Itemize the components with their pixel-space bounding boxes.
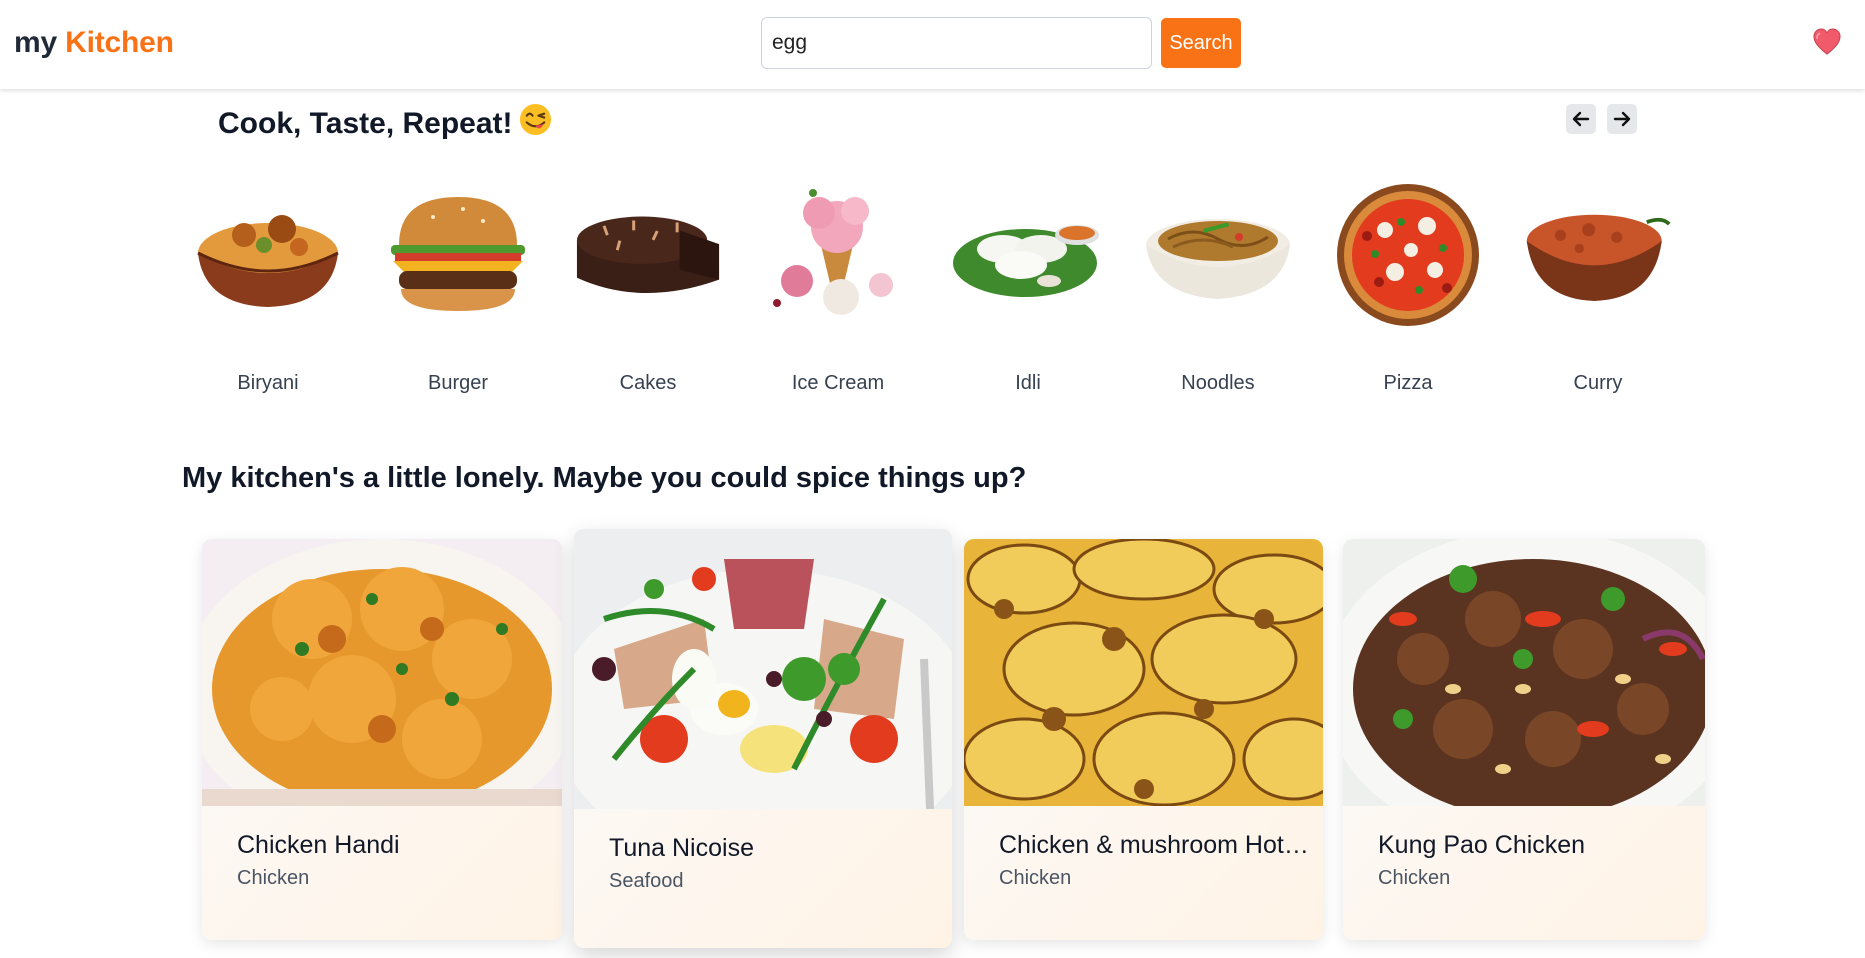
recipe-image bbox=[574, 529, 952, 809]
recipe-image bbox=[202, 539, 562, 806]
recipe-card[interactable]: Tuna Nicoise Seafood bbox=[574, 529, 952, 948]
cake-image bbox=[573, 180, 723, 330]
category-item-noodles[interactable]: Noodles bbox=[1123, 180, 1313, 395]
arrow-left-icon bbox=[1572, 111, 1590, 127]
category-item-biryani[interactable]: Biryani bbox=[173, 180, 363, 395]
category-item-ice-cream[interactable]: Ice Cream bbox=[743, 180, 933, 395]
recipe-image bbox=[1343, 539, 1705, 806]
logo-text-my: my bbox=[14, 26, 57, 59]
logo-text-kitchen: Kitchen bbox=[65, 26, 174, 59]
categories-title-text: Cook, Taste, Repeat! bbox=[218, 106, 513, 140]
yum-face-icon bbox=[519, 103, 552, 144]
category-label: Noodles bbox=[1181, 372, 1255, 394]
idli-image bbox=[953, 180, 1103, 330]
category-item-burger[interactable]: Burger bbox=[363, 180, 553, 395]
recipe-name: Kung Pao Chicken bbox=[1378, 831, 1586, 859]
recipe-name: Chicken Handi bbox=[237, 831, 400, 859]
recipe-category: Seafood bbox=[609, 870, 684, 892]
category-item-curry[interactable]: Curry bbox=[1503, 180, 1693, 395]
category-item-idli[interactable]: Idli bbox=[933, 180, 1123, 395]
recipe-card[interactable]: Kung Pao Chicken Chicken bbox=[1343, 539, 1705, 940]
category-label: Curry bbox=[1573, 372, 1623, 394]
noodles-image bbox=[1143, 180, 1293, 330]
search-button[interactable]: Search bbox=[1161, 18, 1241, 68]
recipe-card[interactable]: Chicken & mushroom Hotpot Chicken bbox=[964, 539, 1323, 940]
recipes-section-title: My kitchen's a little lonely. Maybe you … bbox=[182, 462, 1027, 494]
carousel-next-button[interactable] bbox=[1607, 104, 1637, 134]
heart-icon[interactable] bbox=[1812, 28, 1842, 56]
recipe-category: Chicken bbox=[999, 867, 1072, 889]
carousel-prev-button[interactable] bbox=[1566, 104, 1596, 134]
search-input[interactable] bbox=[761, 17, 1152, 69]
recipe-image bbox=[964, 539, 1323, 806]
pizza-image bbox=[1333, 180, 1483, 330]
category-item-pizza[interactable]: Pizza bbox=[1313, 180, 1503, 395]
arrow-right-icon bbox=[1613, 111, 1631, 127]
ice-cream-image bbox=[763, 180, 913, 330]
categories-title: Cook, Taste, Repeat! bbox=[218, 103, 552, 144]
recipe-category: Chicken bbox=[237, 867, 310, 889]
category-label: Idli bbox=[1015, 372, 1041, 394]
recipe-card[interactable]: Chicken Handi Chicken bbox=[202, 539, 562, 940]
category-label: Biryani bbox=[237, 372, 299, 394]
recipe-category: Chicken bbox=[1378, 867, 1451, 889]
biryani-image bbox=[193, 180, 343, 330]
category-label: Pizza bbox=[1383, 372, 1433, 394]
recipe-name: Tuna Nicoise bbox=[609, 834, 754, 862]
app-logo[interactable]: my Kitchen bbox=[14, 26, 174, 60]
top-navbar: my Kitchen Search bbox=[0, 0, 1865, 89]
curry-image bbox=[1523, 180, 1673, 330]
category-label: Burger bbox=[427, 372, 489, 394]
category-label: Ice Cream bbox=[791, 372, 885, 394]
recipe-name: Chicken & mushroom Hotpot bbox=[999, 831, 1309, 859]
burger-image bbox=[383, 180, 533, 330]
category-item-cakes[interactable]: Cakes bbox=[553, 180, 743, 395]
category-label: Cakes bbox=[619, 372, 677, 394]
